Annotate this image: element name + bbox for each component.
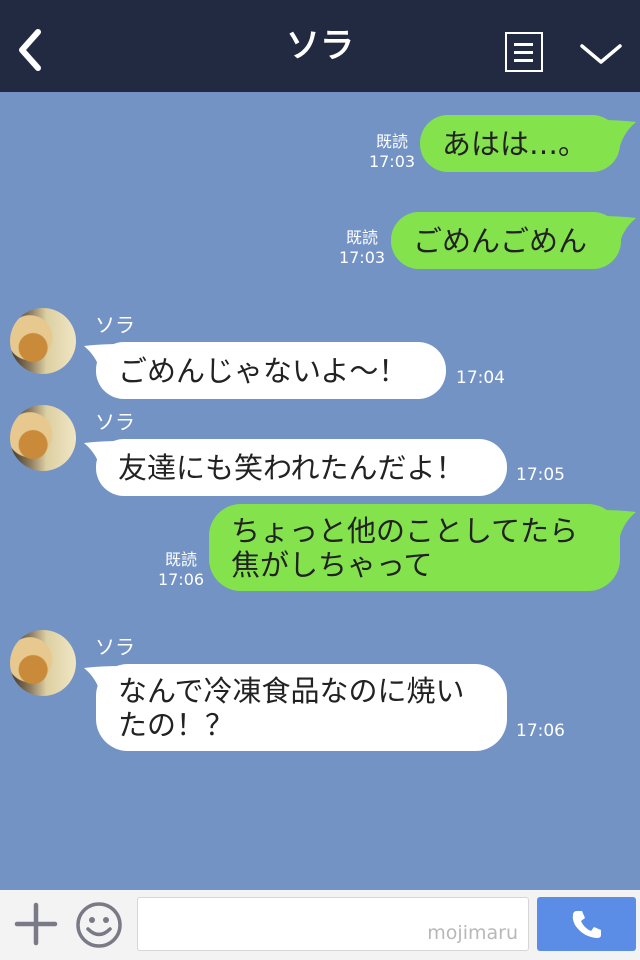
chat-title: ソラ xyxy=(286,26,354,66)
message-bubble-outgoing[interactable]: ごめんごめん xyxy=(391,212,621,269)
expand-button[interactable] xyxy=(578,36,624,70)
message-text-line2: 焦がしちゃって xyxy=(231,547,433,582)
add-attachment-button[interactable] xyxy=(14,902,58,946)
message-text: 友達にも笑われたんだよ！ xyxy=(118,450,465,485)
message-time: 17:04 xyxy=(456,368,505,388)
message-text: ごめんごめん xyxy=(413,223,588,258)
message-time: 17:06 xyxy=(157,570,205,589)
avatar[interactable] xyxy=(10,630,76,696)
message-text-line1: ちょっと他のことしてたら xyxy=(231,513,579,548)
message-time: 17:03 xyxy=(338,248,386,267)
read-receipt: 既読 17:06 xyxy=(153,550,209,590)
chevron-down-icon xyxy=(580,44,622,64)
read-label: 既読 xyxy=(164,550,197,569)
watermark: mojimaru xyxy=(427,922,518,944)
message-text-line2: たの！？ xyxy=(118,707,235,742)
read-receipt: 既読 17:03 xyxy=(334,228,390,268)
message-bubble-outgoing[interactable]: あはは…。 xyxy=(420,115,620,172)
message-time: 17:05 xyxy=(516,465,565,485)
call-button[interactable] xyxy=(537,897,636,951)
sender-name: ソラ xyxy=(95,410,135,434)
message-bubble-incoming[interactable]: なんで冷凍食品なのに焼い たの！？ xyxy=(96,664,507,751)
message-bubble-outgoing[interactable]: ちょっと他のことしてたら 焦がしちゃって xyxy=(209,504,620,591)
message-input[interactable]: mojimaru xyxy=(137,897,529,951)
emoji-button[interactable] xyxy=(74,900,124,950)
message-time: 17:03 xyxy=(368,152,416,171)
message-text-line1: なんで冷凍食品なのに焼い xyxy=(118,673,465,708)
read-label: 既読 xyxy=(345,228,378,247)
read-receipt: 既読 17:03 xyxy=(364,132,420,172)
avatar[interactable] xyxy=(10,308,76,374)
avatar[interactable] xyxy=(10,405,76,471)
message-time: 17:06 xyxy=(516,721,565,741)
message-text: あはは…。 xyxy=(442,126,588,161)
chat-header: ソラ xyxy=(0,0,640,92)
read-label: 既読 xyxy=(375,132,408,151)
plus-icon xyxy=(14,902,58,946)
sender-name: ソラ xyxy=(95,635,135,659)
message-bubble-incoming[interactable]: 友達にも笑われたんだよ！ xyxy=(96,439,507,496)
message-text: ごめんじゃないよ〜！ xyxy=(118,353,408,388)
message-bubble-incoming[interactable]: ごめんじゃないよ〜！ xyxy=(96,342,446,399)
phone-icon xyxy=(572,911,601,938)
notes-button[interactable] xyxy=(505,32,543,72)
smiley-icon xyxy=(76,902,122,948)
sender-name: ソラ xyxy=(95,313,135,337)
